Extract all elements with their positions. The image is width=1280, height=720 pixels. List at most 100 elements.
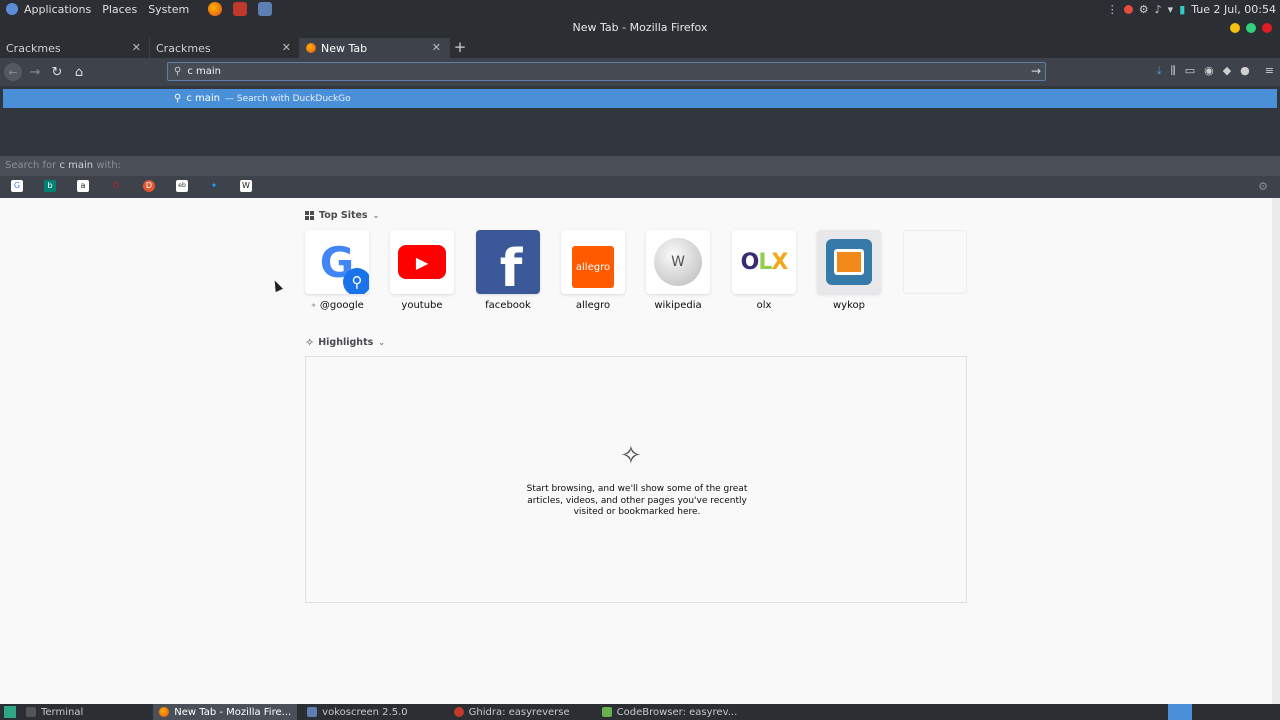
twitter-engine-icon[interactable]: ✦ — [208, 180, 220, 192]
codebrowser-icon — [601, 707, 612, 717]
home-button[interactable]: ⌂ — [68, 61, 90, 83]
app-launcher-icon[interactable] — [233, 2, 248, 16]
url-input[interactable]: c main — [187, 66, 221, 77]
minimize-button[interactable] — [1230, 23, 1240, 33]
navigation-toolbar: ← → ↻ ⌂ ⚲ c main → ⤓ ⫼ ▭ ◉ ◆ ● ≡ — [0, 58, 1280, 86]
opera-engine-icon[interactable]: O — [110, 180, 122, 192]
network-icon[interactable]: ▾ — [1168, 3, 1174, 16]
task-label: CodeBrowser: easyrev... — [616, 706, 738, 718]
task-label: Ghidra: easyreverse — [468, 706, 570, 718]
top-site-wikipedia[interactable]: W wikipedia — [646, 230, 710, 311]
library-icon[interactable]: ⫼ — [1171, 64, 1176, 78]
top-site-google[interactable]: G ⚲ ✦ @google — [305, 230, 369, 311]
wikipedia-engine-icon[interactable]: W — [240, 180, 252, 192]
vokoscreen-icon — [307, 707, 318, 717]
oneoff-suffix: with: — [96, 160, 121, 171]
facebook-logo-icon: f — [499, 239, 523, 294]
close-tab-icon[interactable]: ✕ — [132, 41, 141, 54]
task-label: Terminal — [41, 706, 84, 718]
menu-places[interactable]: Places — [102, 3, 137, 16]
top-sites-heading[interactable]: Top Sites ⌄ — [305, 210, 379, 221]
task-firefox[interactable]: New Tab - Mozilla Fire... — [153, 704, 298, 720]
top-site-youtube[interactable]: ▶ youtube — [390, 230, 454, 311]
site-label: olx — [756, 300, 772, 311]
site-label: wykop — [833, 300, 865, 311]
shield-icon[interactable]: ● — [1240, 64, 1250, 78]
top-site-allegro[interactable]: allegro allegro — [561, 230, 625, 311]
top-site-empty[interactable] — [903, 230, 967, 294]
suggestion-engine: — Search with DuckDuckGo — [225, 93, 351, 104]
clock[interactable]: Tue 2 Jul, 00:54 — [1191, 3, 1276, 16]
extension-icon[interactable]: ◆ — [1223, 64, 1231, 78]
show-desktop-button[interactable] — [4, 706, 16, 718]
toolbar-right: ⤓ ⫼ ▭ ◉ ◆ ● ≡ — [1157, 64, 1274, 78]
tab-label: New Tab — [321, 41, 368, 55]
close-window-button[interactable] — [1262, 23, 1272, 33]
forward-button[interactable]: → — [24, 61, 46, 83]
close-tab-icon[interactable]: ✕ — [432, 41, 441, 54]
sidebar-icon[interactable]: ▭ — [1185, 64, 1195, 78]
sparkle-icon: ✧ — [305, 336, 315, 349]
site-tile: W — [646, 230, 710, 294]
google-engine-icon[interactable]: G — [11, 180, 23, 192]
amazon-engine-icon[interactable]: a — [77, 180, 89, 192]
search-icon: ⚲ — [174, 93, 182, 104]
tab-crackmes-1[interactable]: Crackmes ✕ — [0, 38, 150, 58]
desktop-taskbar: Terminal New Tab - Mozilla Fire... vokos… — [0, 704, 1280, 720]
maximize-button[interactable] — [1246, 23, 1256, 33]
hamburger-menu-icon[interactable]: ≡ — [1265, 64, 1274, 78]
one-off-engines: G b a O D eb ✦ W ⚙ — [0, 176, 1280, 198]
distro-logo-icon[interactable] — [6, 3, 18, 15]
go-arrow-icon[interactable]: → — [1031, 64, 1041, 78]
firefox-launcher-icon[interactable] — [208, 2, 223, 16]
tab-crackmes-2[interactable]: Crackmes ✕ — [150, 38, 300, 58]
task-terminal[interactable]: Terminal — [20, 704, 89, 720]
menu-system[interactable]: System — [148, 3, 189, 16]
chevron-down-icon: ⌄ — [372, 211, 380, 220]
task-codebrowser[interactable]: CodeBrowser: easyrev... — [596, 704, 744, 720]
task-ghidra[interactable]: Ghidra: easyreverse — [448, 704, 576, 720]
site-label: facebook — [485, 300, 531, 311]
mouse-cursor-icon — [271, 278, 283, 293]
bing-engine-icon[interactable]: b — [44, 180, 56, 192]
window-title-bar: New Tab - Mozilla Firefox — [0, 18, 1280, 38]
settings-tray-icon[interactable]: ⚙ — [1139, 3, 1149, 16]
menu-applications[interactable]: Applications — [24, 3, 91, 16]
system-tray: ⋮ ⚙ ♪ ▾ ▮ Tue 2 Jul, 00:54 — [1107, 0, 1276, 18]
site-label: allegro — [575, 300, 611, 311]
downloads-icon[interactable]: ⤓ — [1157, 64, 1162, 78]
window-title: New Tab - Mozilla Firefox — [572, 21, 708, 34]
duckduckgo-engine-icon[interactable]: D — [143, 180, 155, 192]
battery-icon[interactable]: ▮ — [1179, 3, 1185, 16]
new-tab-button[interactable]: + — [450, 38, 470, 58]
volume-icon[interactable]: ♪ — [1155, 3, 1162, 16]
highlights-empty-text: Start browsing, and we'll show some of t… — [526, 484, 748, 517]
tray-menu-icon[interactable]: ⋮ — [1107, 3, 1118, 16]
screenshot-launcher-icon[interactable] — [258, 2, 273, 16]
tab-new-tab[interactable]: New Tab ✕ — [300, 38, 450, 58]
account-icon[interactable]: ◉ — [1204, 64, 1214, 78]
search-settings-icon[interactable]: ⚙ — [1258, 180, 1268, 193]
record-indicator-icon[interactable] — [1123, 4, 1133, 14]
page-scrollbar[interactable] — [1272, 198, 1280, 704]
search-suggestion-row[interactable]: ⚲ c main — Search with DuckDuckGo — [3, 89, 1277, 108]
search-badge-icon: ⚲ — [343, 268, 369, 294]
reload-button[interactable]: ↻ — [46, 61, 68, 83]
ebay-engine-icon[interactable]: eb — [176, 180, 188, 192]
close-tab-icon[interactable]: ✕ — [282, 41, 291, 54]
top-site-facebook[interactable]: f facebook — [476, 230, 540, 311]
one-off-search-header: Search for c main with: — [0, 156, 1280, 176]
highlights-heading[interactable]: ✧ Highlights ⌄ — [305, 336, 385, 349]
top-site-olx[interactable]: OLX olx — [732, 230, 796, 311]
top-site-wykop[interactable]: wykop — [817, 230, 881, 311]
wikipedia-globe-icon: W — [654, 238, 702, 286]
suggestion-query: c main — [186, 93, 220, 104]
site-label: @google — [319, 300, 364, 311]
workspace-switcher[interactable] — [1168, 704, 1192, 720]
firefox-icon — [159, 707, 170, 717]
grid-icon — [305, 211, 314, 220]
site-tile: allegro — [561, 230, 625, 294]
url-bar[interactable]: ⚲ c main → — [167, 62, 1046, 81]
task-vokoscreen[interactable]: vokoscreen 2.5.0 — [301, 704, 413, 720]
back-button[interactable]: ← — [4, 63, 22, 81]
